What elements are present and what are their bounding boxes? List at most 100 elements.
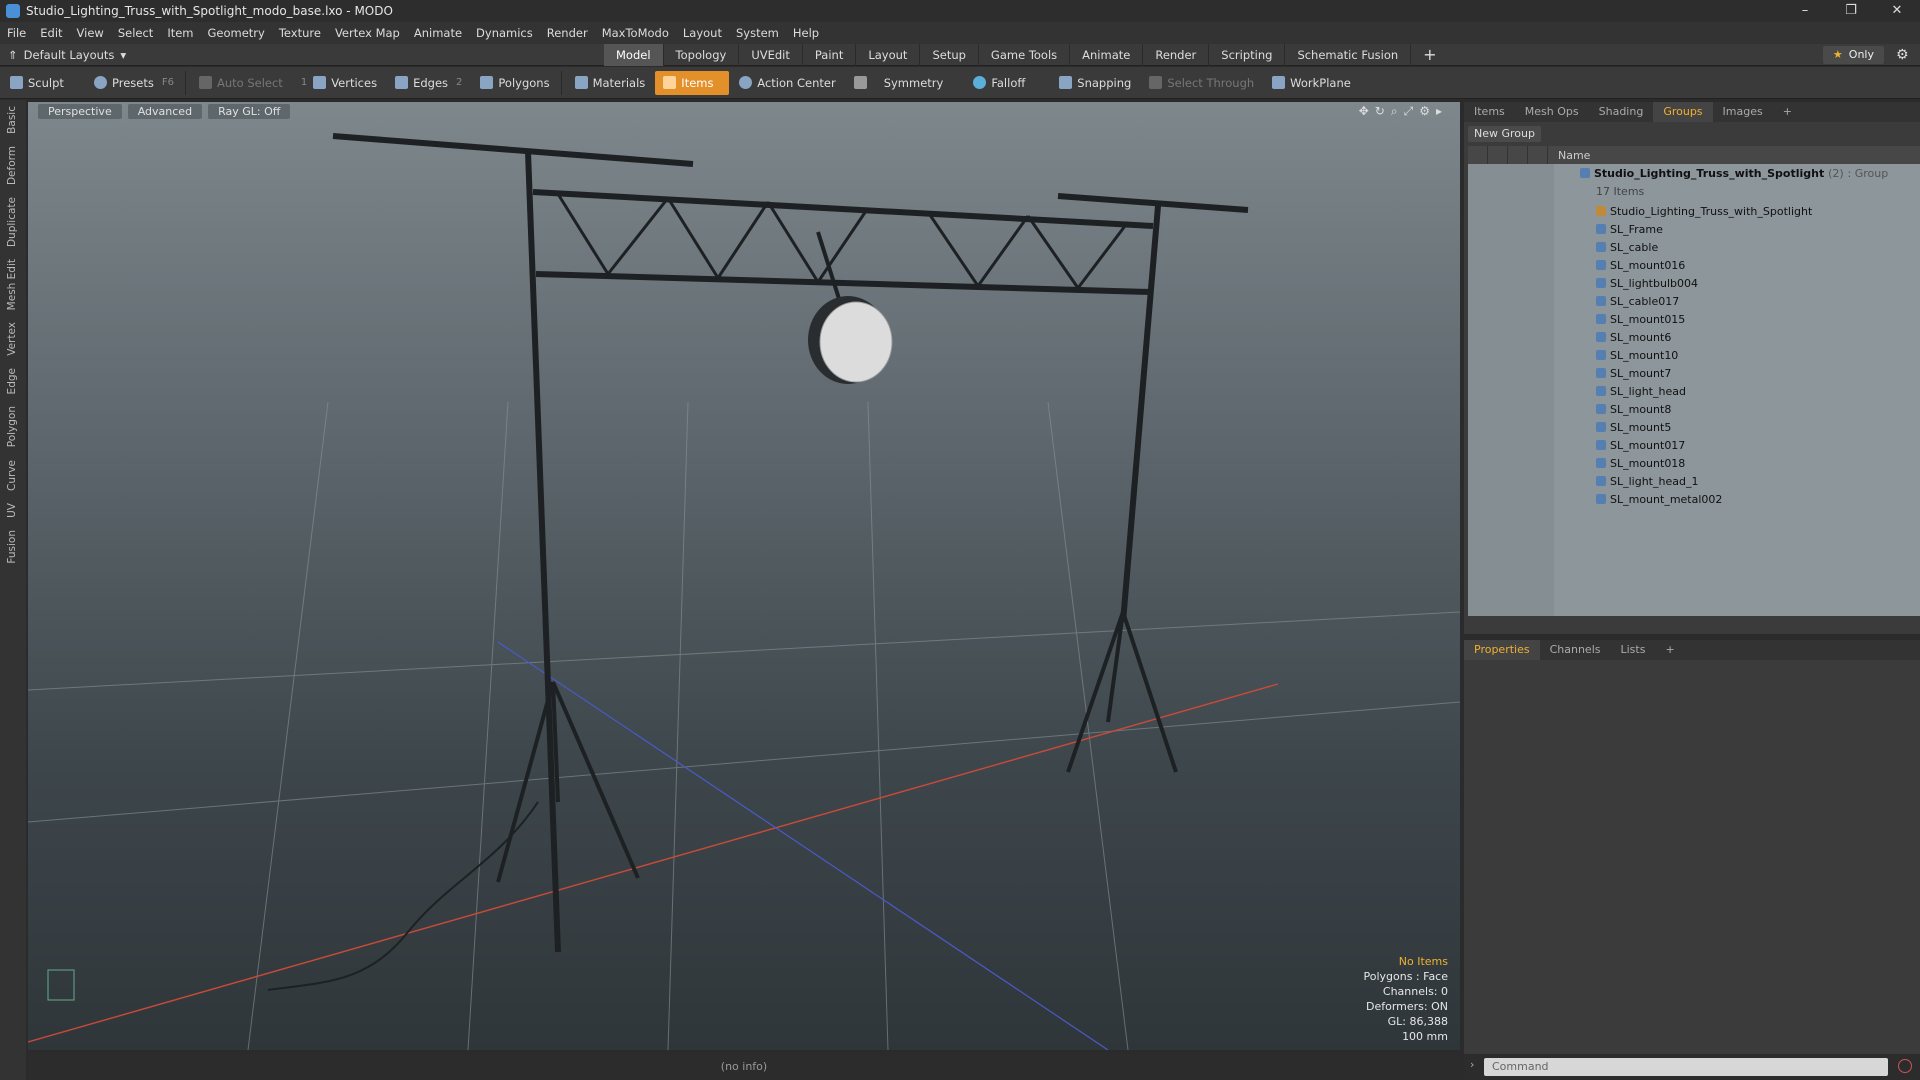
menu-layout[interactable]: Layout <box>676 22 729 44</box>
presets-button[interactable]: Presets F6 <box>86 71 182 95</box>
materials-button[interactable]: Materials <box>567 71 654 95</box>
left-tab-vertex[interactable]: Vertex <box>6 316 18 362</box>
menu-geometry[interactable]: Geometry <box>201 22 272 44</box>
layout-selector[interactable]: Default Layouts <box>24 48 115 62</box>
falloff-button[interactable]: Falloff <box>965 71 1033 95</box>
menu-texture[interactable]: Texture <box>272 22 328 44</box>
tab-properties[interactable]: Properties <box>1464 640 1540 660</box>
action-center-button[interactable]: Action Center <box>731 71 843 95</box>
select-through-button[interactable]: Select Through <box>1141 71 1262 95</box>
tab-mesh-ops[interactable]: Mesh Ops <box>1515 102 1589 122</box>
list-item[interactable]: SL_mount5 <box>1468 418 1920 436</box>
tab-scripting[interactable]: Scripting <box>1209 44 1286 66</box>
left-tab-fusion[interactable]: Fusion <box>6 524 18 570</box>
menu-help[interactable]: Help <box>786 22 826 44</box>
viewport-settings-icon[interactable]: ⚙ <box>1419 104 1430 119</box>
maximize-button[interactable]: ❐ <box>1828 0 1874 22</box>
menu-render[interactable]: Render <box>540 22 595 44</box>
list-item[interactable]: SL_lightbulb004 <box>1468 274 1920 292</box>
workplane-button[interactable]: WorkPlane <box>1264 71 1359 95</box>
snapping-button[interactable]: Snapping <box>1051 71 1139 95</box>
tab-groups[interactable]: Groups <box>1653 102 1713 122</box>
only-toggle[interactable]: ★ Only <box>1822 46 1884 64</box>
lock-column-icon[interactable] <box>1508 146 1528 164</box>
3d-viewport[interactable]: Perspective Advanced Ray GL: Off ✥ ↻ ⌕ ⤢… <box>28 102 1460 1050</box>
left-tab-curve[interactable]: Curve <box>6 454 18 497</box>
viewport-menu-icon[interactable]: ▸ <box>1436 104 1442 119</box>
rotate-icon[interactable]: ↻ <box>1375 104 1385 119</box>
left-tab-edge[interactable]: Edge <box>6 362 18 400</box>
list-item[interactable]: SL_mount018 <box>1468 454 1920 472</box>
add-panel-tab-icon[interactable]: + <box>1655 640 1684 660</box>
close-button[interactable]: ✕ <box>1874 0 1920 22</box>
list-item[interactable]: SL_mount015 <box>1468 310 1920 328</box>
visibility-column-icon[interactable] <box>1468 146 1488 164</box>
left-tab-polygon[interactable]: Polygon <box>6 400 18 453</box>
layout-collapse-icon[interactable]: ⇑ <box>8 48 18 62</box>
add-panel-tab-icon[interactable]: + <box>1773 102 1802 122</box>
menu-item[interactable]: Item <box>160 22 200 44</box>
menu-edit[interactable]: Edit <box>33 22 69 44</box>
list-item[interactable]: SL_mount10 <box>1468 346 1920 364</box>
gear-icon[interactable]: ⚙ <box>1896 47 1912 63</box>
tab-schematic-fusion[interactable]: Schematic Fusion <box>1285 44 1412 66</box>
menu-view[interactable]: View <box>70 22 111 44</box>
list-item[interactable]: Studio_Lighting_Truss_with_Spotlight <box>1468 202 1920 220</box>
command-input[interactable]: Command <box>1484 1058 1888 1076</box>
tab-images[interactable]: Images <box>1713 102 1773 122</box>
menu-dynamics[interactable]: Dynamics <box>469 22 540 44</box>
left-tab-duplicate[interactable]: Duplicate <box>6 191 18 253</box>
list-item[interactable]: SL_mount7 <box>1468 364 1920 382</box>
tab-lists[interactable]: Lists <box>1611 640 1656 660</box>
menu-file[interactable]: File <box>0 22 33 44</box>
tab-render[interactable]: Render <box>1143 44 1210 66</box>
group-row[interactable]: Studio_Lighting_Truss_with_Spotlight (2)… <box>1468 164 1920 182</box>
tab-topology[interactable]: Topology <box>664 44 740 66</box>
zoom-icon[interactable]: ⌕ <box>1391 104 1398 119</box>
tab-items[interactable]: Items <box>1464 102 1515 122</box>
list-item[interactable]: SL_light_head <box>1468 382 1920 400</box>
select-column-icon[interactable] <box>1528 146 1548 164</box>
left-tab-mesh-edit[interactable]: Mesh Edit <box>6 253 18 316</box>
list-item[interactable]: SL_cable <box>1468 238 1920 256</box>
raygl-toggle[interactable]: Ray GL: Off <box>208 104 291 119</box>
items-button[interactable]: Items <box>655 70 730 95</box>
tab-setup[interactable]: Setup <box>920 44 979 66</box>
tab-shading[interactable]: Shading <box>1589 102 1654 122</box>
pan-icon[interactable]: ✥ <box>1359 104 1369 119</box>
add-tab-icon[interactable]: + <box>1411 44 1448 66</box>
tab-uvedit[interactable]: UVEdit <box>739 44 803 66</box>
list-item[interactable]: SL_mount_metal002 <box>1468 490 1920 508</box>
list-item[interactable]: SL_mount017 <box>1468 436 1920 454</box>
polygons-button[interactable]: Polygons <box>472 71 557 95</box>
tab-model[interactable]: Model <box>604 44 664 66</box>
menu-select[interactable]: Select <box>111 22 160 44</box>
tab-channels[interactable]: Channels <box>1540 640 1611 660</box>
list-item[interactable]: SL_mount8 <box>1468 400 1920 418</box>
shading-mode-button[interactable]: Advanced <box>127 104 203 119</box>
tab-layout[interactable]: Layout <box>856 44 921 66</box>
menu-vertex-map[interactable]: Vertex Map <box>328 22 407 44</box>
menu-system[interactable]: System <box>729 22 786 44</box>
new-group-button[interactable]: New Group <box>1468 126 1541 142</box>
menu-maxtomodo[interactable]: MaxToModo <box>595 22 676 44</box>
left-tab-uv[interactable]: UV <box>6 497 18 524</box>
list-item[interactable]: SL_cable017 <box>1468 292 1920 310</box>
left-tab-basic[interactable]: Basic <box>6 100 18 140</box>
sculpt-button[interactable]: Sculpt <box>2 71 84 95</box>
render-column-icon[interactable] <box>1488 146 1508 164</box>
list-item[interactable]: SL_light_head_1 <box>1468 472 1920 490</box>
fit-icon[interactable]: ⤢ <box>1404 104 1414 119</box>
left-tab-deform[interactable]: Deform <box>6 140 18 191</box>
minimize-button[interactable]: – <box>1782 0 1828 22</box>
view-mode-button[interactable]: Perspective <box>38 104 122 119</box>
vertices-button[interactable]: 1 Vertices <box>293 71 385 95</box>
list-item[interactable]: SL_Frame <box>1468 220 1920 238</box>
name-column-header[interactable]: Name <box>1558 149 1590 162</box>
edges-button[interactable]: Edges 2 <box>387 71 470 95</box>
list-item[interactable]: SL_mount016 <box>1468 256 1920 274</box>
symmetry-button[interactable]: Symmetry <box>846 71 952 95</box>
tab-animate[interactable]: Animate <box>1070 44 1144 66</box>
record-icon[interactable] <box>1898 1059 1912 1073</box>
auto-select-button[interactable]: Auto Select <box>191 71 291 95</box>
